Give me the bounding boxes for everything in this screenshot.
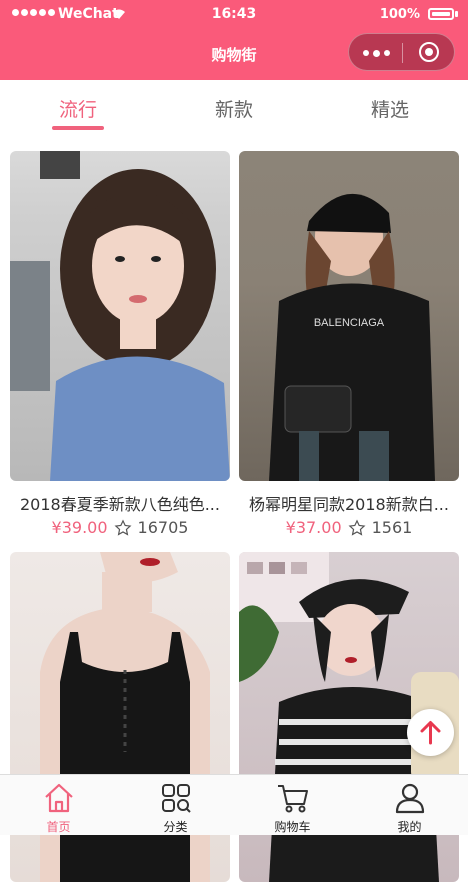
tabbar-label: 我的	[397, 820, 422, 834]
product-card[interactable]: BALENCIAGA 杨幂明星同款2018新款白... ¥37.00 1561	[239, 151, 459, 537]
product-favorites: 16705	[137, 518, 189, 537]
star-icon	[114, 518, 132, 536]
tabbar-item-cart[interactable]: 购物车	[234, 775, 351, 835]
product-title: 杨幂明星同款2018新款白...	[249, 495, 449, 514]
star-icon	[348, 518, 366, 536]
battery-tip	[455, 11, 458, 17]
status-bar: WeChat 16:43 100%	[0, 0, 468, 28]
product-price: ¥37.00	[285, 518, 342, 537]
product-favorites: 1561	[371, 518, 413, 537]
profile-icon	[395, 783, 424, 814]
battery-level: 100%	[379, 7, 420, 22]
tab-label: 流行	[58, 99, 97, 121]
product-meta: ¥39.00 16705	[10, 518, 230, 537]
tabbar-item-profile[interactable]: 我的	[351, 775, 468, 835]
tabbar-label: 首页	[46, 820, 71, 834]
category-icon	[161, 784, 191, 813]
tabbar-label: 分类	[163, 820, 188, 834]
product-image[interactable]: BALENCIAGA	[239, 151, 459, 481]
close-target-icon[interactable]	[419, 42, 439, 62]
product-card[interactable]: 2018春夏季新款八色纯色... ¥39.00 16705	[10, 151, 230, 537]
product-title: 2018春夏季新款八色纯色...	[20, 495, 220, 514]
battery-icon	[428, 8, 454, 20]
product-meta: ¥37.00 1561	[239, 518, 459, 537]
product-price: ¥39.00	[51, 518, 108, 537]
back-to-top-button[interactable]	[407, 709, 454, 756]
svg-text:BALENCIAGA: BALENCIAGA	[314, 317, 385, 329]
home-icon	[44, 783, 73, 813]
tab-label: 精选	[370, 99, 409, 121]
product-photo-illustration	[10, 151, 230, 481]
mini-program-capsule	[348, 33, 455, 71]
tab-popular[interactable]: 流行	[0, 80, 156, 136]
product-image[interactable]	[10, 151, 230, 481]
more-icon[interactable]	[363, 49, 390, 57]
bottom-tab-bar: 首页 分类 购物车 我的	[0, 774, 468, 835]
product-photo-illustration: BALENCIAGA	[269, 193, 435, 481]
tab-featured[interactable]: 精选	[312, 80, 468, 136]
capsule-divider	[402, 43, 403, 63]
tabbar-item-home[interactable]: 首页	[0, 775, 117, 835]
tab-active-indicator	[52, 126, 104, 130]
tab-new[interactable]: 新款	[156, 80, 312, 136]
arrow-up-icon	[420, 721, 441, 745]
top-bar: WeChat 16:43 100% 购物街	[0, 0, 468, 80]
tabbar-item-category[interactable]: 分类	[117, 775, 234, 835]
cart-icon	[277, 785, 308, 813]
tab-label: 新款	[214, 99, 253, 121]
tabbar-label: 购物车	[274, 820, 311, 834]
tab-bar: 流行 新款 精选	[0, 80, 468, 136]
